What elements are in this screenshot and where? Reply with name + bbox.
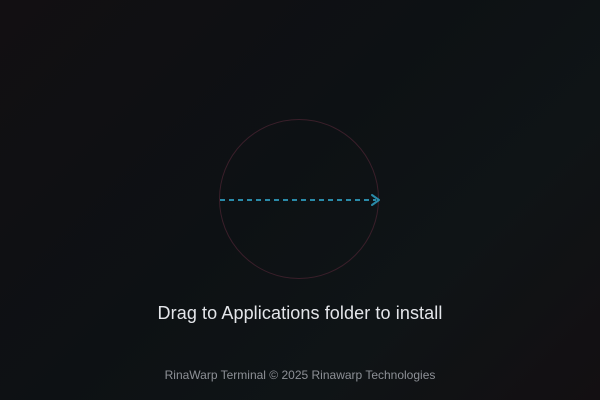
install-instruction: Drag to Applications folder to install <box>157 303 443 323</box>
installer-window: Drag to Applications folder to install R… <box>0 0 600 400</box>
copyright-footer: RinaWarp Terminal © 2025 Rinawarp Techno… <box>164 368 436 382</box>
dashed-arrow-right-icon <box>220 194 380 206</box>
